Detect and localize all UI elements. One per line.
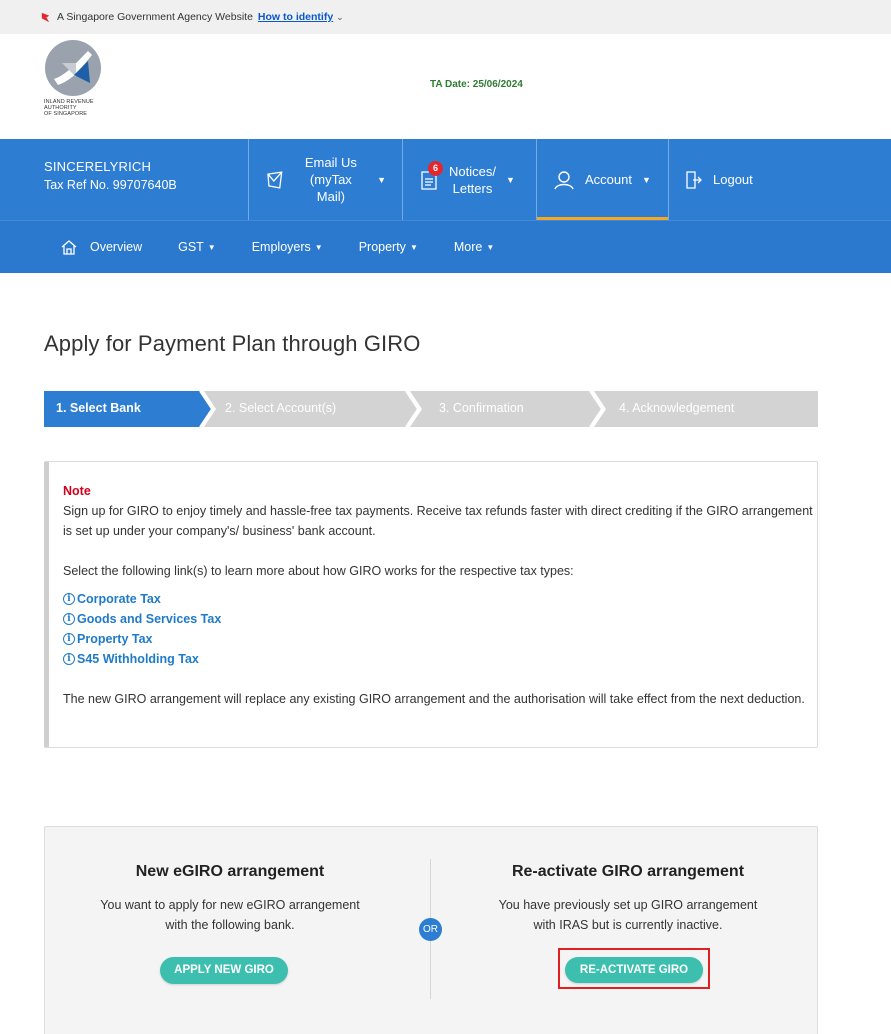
reactivate-giro-desc-2: with IRAS but is currently inactive. (533, 918, 723, 932)
note-paragraph-3: The new GIRO arrangement will replace an… (63, 692, 805, 706)
giro-options-panel: New eGIRO arrangement You want to apply … (44, 826, 818, 1034)
apply-new-giro-button[interactable]: APPLY NEW GIRO (160, 957, 288, 984)
or-badge: OR (419, 918, 442, 941)
note-paragraph-2: Select the following link(s) to learn mo… (63, 564, 574, 578)
step-3-label: 3. Confirmation (439, 401, 524, 415)
page-title: Apply for Payment Plan through GIRO (44, 331, 421, 356)
new-egiro-desc-1: You want to apply for new eGIRO arrangem… (100, 898, 360, 912)
tax-type-links: i Corporate Tax i Goods and Services Tax i… (63, 589, 817, 669)
reactivate-giro-button[interactable]: RE-ACTIVATE GIRO (565, 957, 703, 983)
account-menu[interactable]: Account ▼ (536, 139, 668, 220)
nav-gst[interactable]: GST ▼ (178, 240, 216, 254)
step-4-label: 4. Acknowledgement (619, 401, 735, 415)
caret-down-icon: ▼ (409, 242, 418, 252)
nav-employers[interactable]: Employers ▼ (252, 240, 323, 254)
nav-property[interactable]: Property ▼ (359, 240, 418, 254)
note-title: Note (63, 484, 91, 498)
top-navigation: SINCERELYRICH Tax Ref No. 99707640B Emai… (0, 139, 891, 220)
lion-head-icon (41, 12, 50, 22)
user-name: SINCERELYRICH (44, 159, 152, 174)
home-icon (61, 239, 77, 255)
step-1-label: 1. Select Bank (56, 401, 141, 415)
header-logo-band: INLAND REVENUE AUTHORITY OF SINGAPORE TA… (0, 34, 891, 139)
caret-down-icon: ▼ (641, 174, 651, 185)
reactivate-giro-desc-1: You have previously set up GIRO arrangem… (498, 898, 758, 912)
reactivate-giro-heading: Re-activate GIRO arrangement (511, 863, 745, 880)
link-property-tax[interactable]: i Property Tax (63, 629, 817, 649)
logout-button[interactable]: Logout (668, 139, 788, 220)
note-box: Note Sign up for GIRO to enjoy timely an… (44, 461, 818, 748)
agency-text: A Singapore Government Agency Website (57, 11, 253, 23)
iras-logo[interactable]: INLAND REVENUE AUTHORITY OF SINGAPORE (44, 39, 144, 117)
link-corporate-tax[interactable]: i Corporate Tax (63, 589, 817, 609)
email-us-menu[interactable]: Email Us (myTax Mail) ▼ (248, 139, 402, 220)
reactivate-giro-section: Re-activate GIRO arrangement You have pr… (443, 863, 813, 935)
reactivate-highlight-box: RE-ACTIVATE GIRO (558, 948, 710, 989)
note-paragraph-1: Sign up for GIRO to enjoy timely and has… (63, 504, 813, 538)
mail-icon (267, 170, 283, 189)
new-egiro-section: New eGIRO arrangement You want to apply … (45, 863, 415, 935)
info-icon: i (63, 653, 75, 665)
caret-down-icon: ▼ (505, 174, 515, 185)
how-to-identify-link[interactable]: How to identify (258, 11, 333, 23)
logout-icon (686, 170, 702, 189)
user-icon (554, 170, 574, 189)
iras-emblem-icon (45, 40, 101, 96)
tax-ref: Tax Ref No. 99707640B (44, 178, 177, 192)
iras-org-name: INLAND REVENUE AUTHORITY OF SINGAPORE (44, 99, 94, 117)
info-icon: i (63, 633, 75, 645)
notices-letters-menu[interactable]: 6 Notices/ Letters ▼ (402, 139, 536, 220)
progress-stepper: 1. Select Bank 2. Select Account(s) 3. C… (44, 391, 818, 427)
nav-more[interactable]: More ▼ (454, 240, 494, 254)
chevron-down-icon[interactable]: ⌄ (336, 12, 344, 23)
secondary-navigation: Overview GST ▼ Employers ▼ Property ▼ More ▼ (0, 220, 891, 273)
link-s45-withholding-tax[interactable]: i S45 Withholding Tax (63, 649, 817, 669)
user-info: SINCERELYRICH Tax Ref No. 99707640B (0, 139, 248, 220)
link-gst[interactable]: i Goods and Services Tax (63, 609, 817, 629)
caret-down-icon: ▼ (314, 242, 323, 252)
new-egiro-desc-2: with the following bank. (165, 918, 295, 932)
new-egiro-heading: New eGIRO arrangement (135, 863, 325, 880)
gov-masthead: A Singapore Government Agency Website Ho… (0, 0, 891, 34)
caret-down-icon: ▼ (486, 242, 495, 252)
caret-down-icon: ▼ (377, 174, 386, 185)
nav-overview[interactable]: Overview (60, 239, 142, 256)
info-icon: i (63, 593, 75, 605)
step-2-label: 2. Select Account(s) (225, 401, 337, 415)
ta-date: TA Date: 25/06/2024 (430, 79, 523, 90)
caret-down-icon: ▼ (207, 242, 216, 252)
notices-count-badge: 6 (428, 161, 443, 176)
info-icon: i (63, 613, 75, 625)
